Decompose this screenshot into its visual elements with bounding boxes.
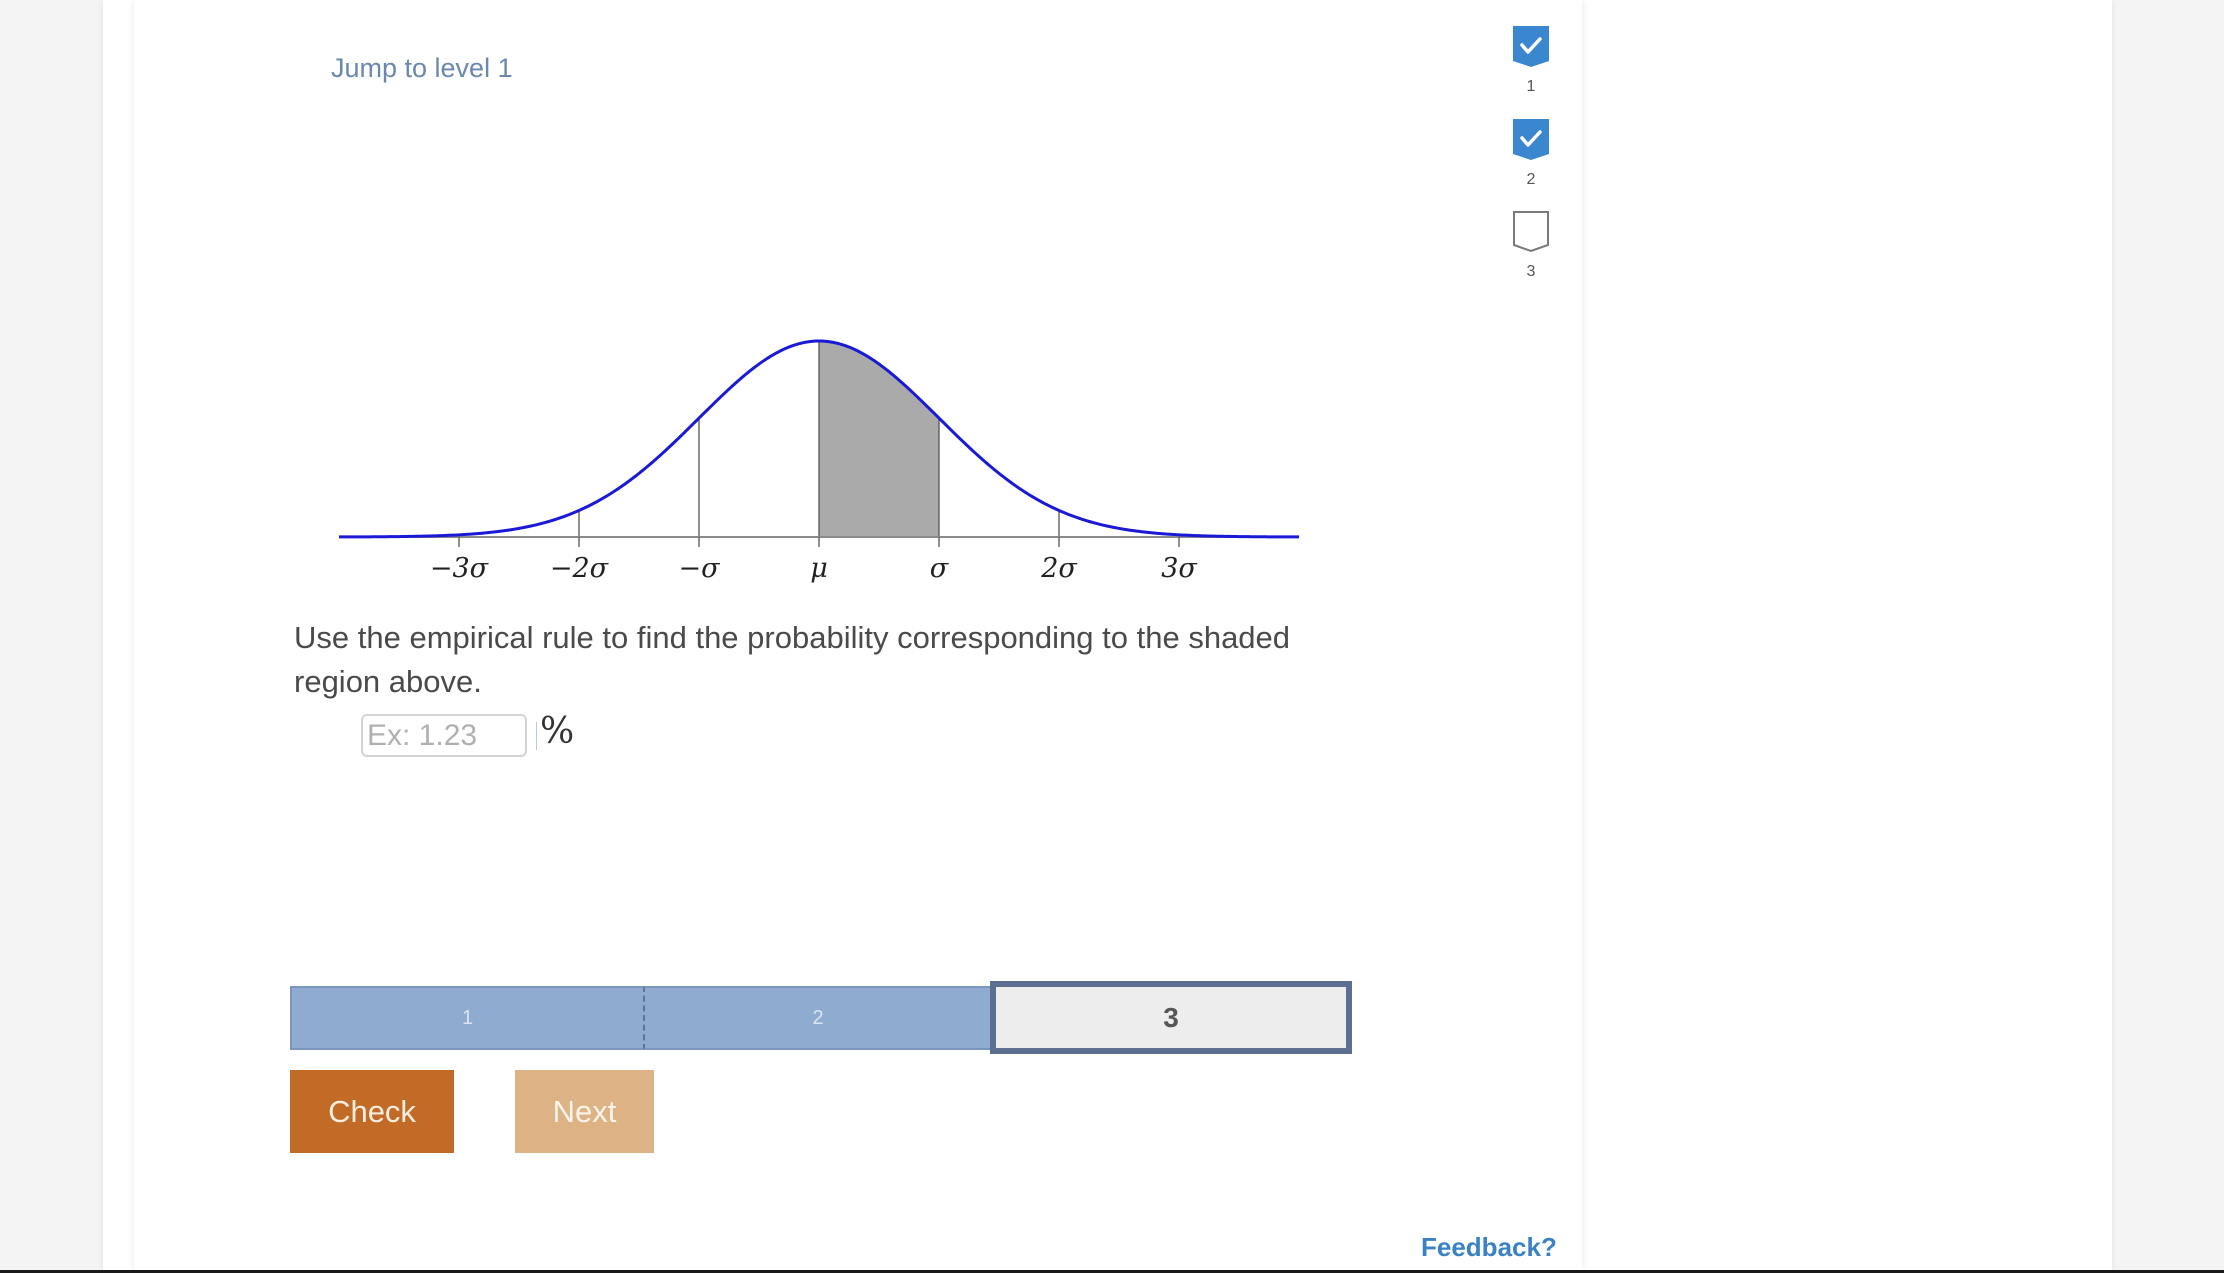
next-button[interactable]: Next [515, 1070, 654, 1153]
progress-segment-1[interactable]: 1 [290, 986, 643, 1050]
check-button[interactable]: Check [290, 1070, 454, 1153]
shaded-region [819, 341, 939, 537]
tick-label: μ [810, 553, 828, 584]
tick-label: σ [930, 553, 950, 584]
percent-unit: % [540, 711, 575, 752]
progress-segment-3[interactable]: 3 [990, 981, 1352, 1054]
tick-label: −3σ [430, 553, 490, 584]
segment-label: 1 [461, 1006, 474, 1029]
tick-label: −σ [678, 553, 721, 584]
answer-input[interactable] [361, 714, 527, 757]
question-text: Use the empirical rule to find the proba… [294, 620, 1291, 699]
normal-distribution-chart: −3σ −2σ −σ μ σ 2σ 3σ [339, 339, 1299, 584]
level-progress-bar: 1 2 3 [290, 981, 1352, 1054]
tick-label: 3σ [1161, 553, 1198, 584]
feedback-link[interactable]: Feedback? [1421, 1232, 1557, 1263]
segment-label: 3 [1163, 1001, 1179, 1033]
tick-label: 2σ [1040, 553, 1078, 584]
segment-label: 2 [812, 1006, 824, 1029]
tick-label: −2σ [550, 553, 610, 584]
input-cursor-divider [536, 722, 537, 750]
progress-segment-2[interactable]: 2 [643, 986, 991, 1050]
